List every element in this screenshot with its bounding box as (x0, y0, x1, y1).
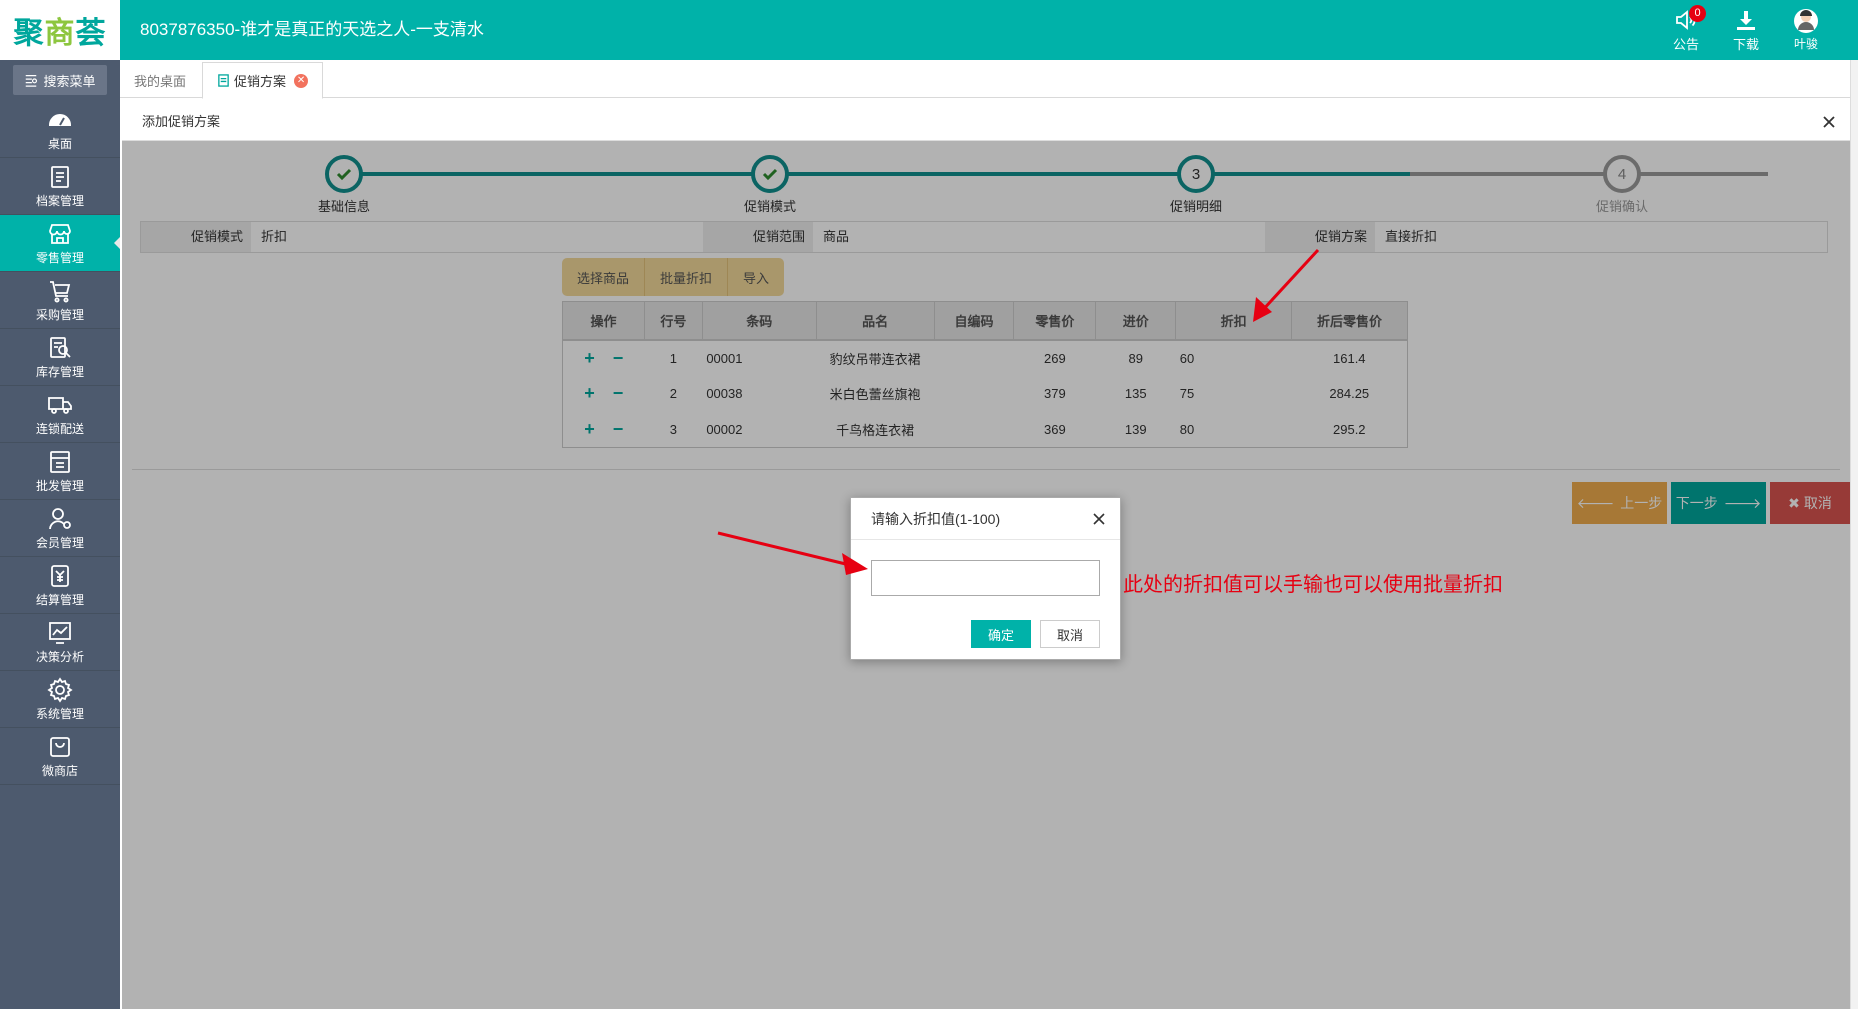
sidebar-item-archive[interactable]: 档案管理 (0, 158, 120, 215)
panel-header: 添加促销方案 (122, 103, 1850, 141)
search-menu-button[interactable]: 搜索菜单 (13, 65, 107, 95)
logo-char-1: 聚 (13, 17, 45, 50)
avatar (1794, 8, 1818, 33)
download-button[interactable]: 下载 (1716, 0, 1776, 60)
sidebar-item-analysis[interactable]: 决策分析 (0, 614, 120, 671)
close-icon[interactable] (1818, 111, 1840, 133)
dialog-header: 请输入折扣值(1-100) (851, 498, 1120, 540)
sidebar-item-label: 零售管理 (35, 250, 84, 265)
sidebar-nav: 桌面 档案管理 零售管理 采购管理 库存管理 连锁配送 批发管理 会员管理 结算… (0, 101, 120, 785)
sidebar-item-label: 采购管理 (35, 307, 84, 322)
sidebar-item-label: 库存管理 (35, 364, 84, 379)
dashboard-icon (48, 113, 72, 126)
truck-icon (48, 396, 72, 414)
logo-char-2: 商 (44, 17, 76, 50)
app-title: 8037876350-谁才是真正的天选之人-一支清水 (140, 20, 484, 39)
sidebar-item-distribution[interactable]: 连锁配送 (0, 386, 120, 443)
logo-char-3: 荟 (75, 17, 107, 50)
sidebar-item-wholesale[interactable]: 批发管理 (0, 443, 120, 500)
notice-button[interactable]: 0 公告 (1656, 0, 1716, 60)
dialog-cancel-button[interactable]: 取消 (1040, 620, 1100, 648)
sidebar-item-purchase[interactable]: 采购管理 (0, 272, 120, 329)
brand-logo[interactable]: 聚商荟 (0, 0, 120, 60)
bag-icon (50, 736, 70, 757)
panel-title: 添加促销方案 (142, 114, 221, 129)
discount-input[interactable] (871, 560, 1100, 596)
tab-promotion[interactable]: 促销方案 ✕ (202, 62, 324, 99)
sidebar-item-label: 会员管理 (35, 535, 84, 550)
user-menu[interactable]: 叶骏 (1776, 0, 1836, 60)
sidebar: 搜索菜单 桌面 档案管理 零售管理 采购管理 库存管理 连锁配送 批发管理 会员… (0, 60, 120, 1009)
tab-bar: 我的桌面 促销方案 ✕ (120, 60, 1858, 99)
confirm-button[interactable]: 确定 (971, 620, 1031, 648)
menu-list-icon (26, 75, 38, 87)
discount-dialog: 请输入折扣值(1-100) 确定 取消 (850, 497, 1121, 660)
tab-close-icon[interactable]: ✕ (294, 73, 309, 88)
member-icon (49, 507, 71, 529)
chart-icon (49, 621, 71, 644)
notice-label: 公告 (1672, 36, 1699, 52)
top-actions: 0 公告 下载 叶骏 (1656, 0, 1836, 60)
notice-badge: 0 (1689, 5, 1706, 22)
tab-label: 促销方案 (234, 74, 287, 89)
sidebar-item-system[interactable]: 系统管理 (0, 671, 120, 728)
sidebar-item-label: 微商店 (41, 763, 78, 778)
document-icon (218, 74, 229, 87)
scrollbar-track[interactable] (1850, 60, 1858, 1009)
sidebar-item-label: 决策分析 (35, 649, 84, 664)
sidebar-item-member[interactable]: 会员管理 (0, 500, 120, 557)
sidebar-item-label: 系统管理 (35, 706, 84, 721)
top-bar: 聚商荟 8037876350-谁才是真正的天选之人-一支清水 0 公告 下载 叶… (0, 0, 1858, 60)
tab-my-desktop[interactable]: 我的桌面 (120, 62, 200, 98)
dialog-title: 请输入折扣值(1-100) (871, 511, 1001, 527)
download-icon (1737, 10, 1755, 30)
archive-icon (51, 165, 69, 188)
store-icon (49, 223, 71, 244)
sidebar-item-label: 结算管理 (35, 592, 84, 607)
wholesale-icon (50, 450, 70, 473)
close-icon[interactable] (1090, 510, 1108, 528)
sidebar-item-microstore[interactable]: 微商店 (0, 728, 120, 785)
sidebar-item-inventory[interactable]: 库存管理 (0, 329, 120, 386)
gear-icon (47, 676, 73, 703)
sidebar-item-label: 连锁配送 (35, 421, 84, 436)
annotation-text: 此处的折扣值可以手输也可以使用批量折扣 (1123, 574, 1503, 596)
cart-icon (50, 280, 71, 302)
sidebar-item-label: 批发管理 (35, 478, 84, 493)
sidebar-item-retail[interactable]: 零售管理 (0, 215, 120, 272)
sidebar-item-label: 档案管理 (35, 193, 84, 208)
sidebar-item-settlement[interactable]: 结算管理 (0, 557, 120, 614)
user-face-icon (1798, 9, 1814, 30)
tab-label: 我的桌面 (134, 73, 187, 89)
user-name: 叶骏 (1793, 36, 1818, 51)
yuan-icon (51, 564, 69, 587)
search-menu-label: 搜索菜单 (43, 73, 96, 89)
download-label: 下载 (1732, 36, 1759, 52)
sidebar-item-desktop[interactable]: 桌面 (0, 101, 120, 158)
inventory-icon (50, 336, 71, 358)
sidebar-item-label: 桌面 (47, 136, 72, 151)
